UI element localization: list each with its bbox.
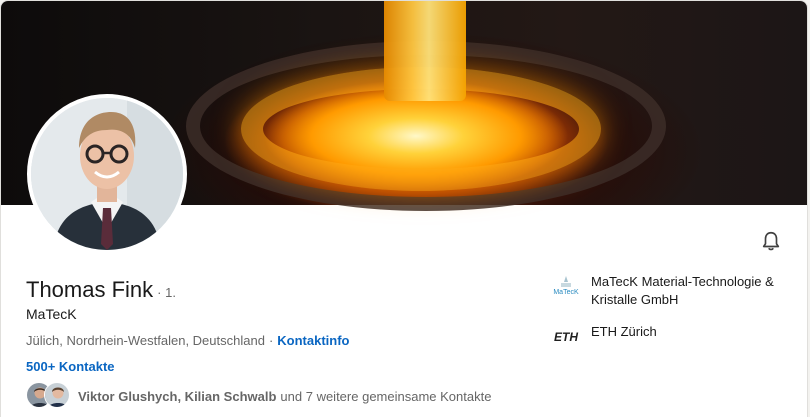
mutual-connections[interactable]: Viktor Glushych, Kilian Schwalb und 7 we…: [26, 382, 491, 410]
banner-crystal-rod: [384, 1, 466, 101]
mutual-avatars: [26, 382, 72, 410]
mutual-names[interactable]: Viktor Glushych, Kilian Schwalb: [78, 389, 276, 404]
eth-logo-icon: ETH: [552, 323, 580, 351]
profile-name-row: Thomas Fink · 1.: [26, 277, 176, 303]
mutual-rest-text: und 7 weitere gemeinsame Kontakte: [280, 388, 492, 404]
education-eth[interactable]: ETH ETH Zürich: [552, 323, 791, 351]
connection-degree: · 1.: [157, 285, 176, 300]
location-separator: ·: [268, 333, 274, 348]
mateck-logo-text: MaTecK: [553, 289, 579, 296]
bell-icon: [762, 231, 780, 251]
profile-card: Thomas Fink · 1. MaTecK Jülich, Nordrhei…: [0, 0, 808, 417]
connections-link[interactable]: 500+ Kontakte: [26, 359, 115, 374]
profile-avatar[interactable]: [27, 94, 187, 254]
profile-location: Jülich, Nordrhein-Westfalen, Deutschland: [26, 333, 265, 348]
profile-photo: [31, 98, 183, 250]
location-row: Jülich, Nordrhein-Westfalen, Deutschland…: [26, 333, 350, 348]
profile-name: Thomas Fink: [26, 277, 154, 302]
eth-logo-text: ETH: [554, 330, 578, 344]
school-name: ETH Zürich: [591, 324, 657, 339]
current-company-mateck[interactable]: MaTecK MaTecK Material-Technologie & Kri…: [552, 273, 791, 309]
contact-info-link[interactable]: Kontaktinfo: [277, 333, 349, 348]
mateck-logo-icon: MaTecK: [552, 273, 580, 301]
company-name: MaTecK Material-Technologie & Kristalle …: [591, 274, 774, 307]
profile-headline: MaTecK: [26, 306, 77, 322]
mutual-avatar: [44, 382, 70, 408]
notification-bell-button[interactable]: [757, 227, 785, 255]
